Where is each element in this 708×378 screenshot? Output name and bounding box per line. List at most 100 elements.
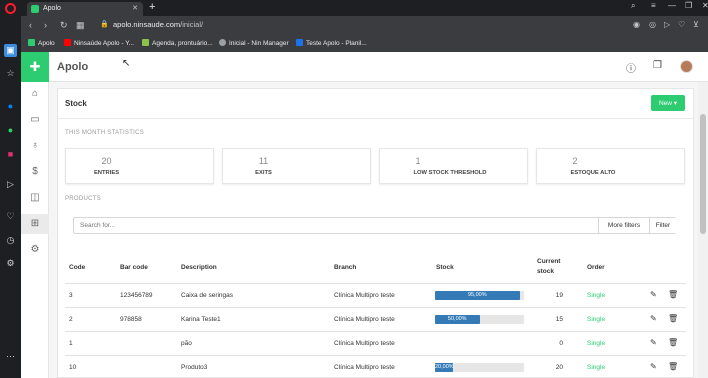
whatsapp-icon[interactable]: ●: [4, 124, 17, 137]
app-menu: ⌂ ▭ ♁ $ ◫ ⊞ ⚙: [21, 82, 49, 378]
col-order[interactable]: Order: [587, 264, 605, 271]
edit-icon[interactable]: ✎: [650, 362, 657, 371]
stat-value: 11: [258, 156, 269, 166]
table-row[interactable]: 10 Produto3 Clínica Multipro teste 20,00…: [65, 355, 686, 378]
url-field[interactable]: apolo.ninsaude.com/inicial/: [113, 20, 203, 29]
opera-logo-icon[interactable]: [5, 3, 16, 14]
products-section-label: PRODUCTS: [65, 196, 102, 202]
col-stock[interactable]: Stock: [436, 264, 454, 271]
drive-favicon-icon: [296, 39, 303, 46]
puzzle-logo-icon[interactable]: ✚: [21, 52, 49, 82]
edit-icon[interactable]: ✎: [650, 314, 657, 323]
send-icon[interactable]: ▷: [4, 178, 17, 191]
col-barcode[interactable]: Bar code: [120, 264, 148, 271]
menu-icon[interactable]: ≡: [651, 1, 656, 10]
forward-icon[interactable]: ›: [44, 20, 47, 30]
history-icon[interactable]: ◷: [4, 234, 17, 247]
cell-branch: Clínica Multipro teste: [334, 340, 395, 347]
stock-progress-fill: 95,00%: [435, 291, 520, 300]
table-row[interactable]: 3 123456789 Caixa de seringas Clínica Mu…: [65, 283, 686, 307]
help-icon[interactable]: ⓘ: [626, 60, 636, 75]
cell-order[interactable]: Single: [587, 340, 605, 347]
search-bar: More filters Filter: [73, 217, 676, 234]
col-description[interactable]: Description: [181, 264, 217, 271]
grid-icon[interactable]: ⊞: [21, 214, 49, 234]
stat-label: LOW STOCK THRESHOLD: [413, 170, 487, 176]
stat-card-entries: 20 ENTRIES: [65, 148, 214, 184]
instagram-icon[interactable]: ■: [4, 148, 17, 161]
edit-icon[interactable]: ✎: [650, 338, 657, 347]
stock-panel: Stock New ▾ THIS MONTH STATISTICS 20 ENT…: [57, 88, 694, 378]
avatar[interactable]: [680, 60, 693, 73]
apolo-favicon-icon: [31, 5, 39, 13]
camera-icon[interactable]: ◉: [633, 20, 640, 29]
tab-strip: Apolo ✕ + ⌕ ≡ — ❐ ✕: [21, 0, 708, 16]
download-icon[interactable]: ⊻: [693, 20, 699, 29]
col-current-stock-line1[interactable]: Current: [537, 258, 560, 265]
back-icon[interactable]: ‹: [29, 20, 32, 30]
cell-order[interactable]: Single: [587, 316, 605, 323]
cell-code: 2: [69, 316, 73, 323]
trash-icon[interactable]: 🗑: [668, 338, 678, 347]
edit-icon[interactable]: ✎: [650, 290, 657, 299]
bookmark-item[interactable]: Apolo: [28, 39, 55, 47]
search-icon[interactable]: ⌕: [631, 1, 635, 11]
cell-barcode: 978858: [120, 316, 142, 323]
heart-icon[interactable]: ♡: [4, 210, 17, 223]
new-tab-icon[interactable]: +: [149, 1, 155, 13]
stat-label: ENTRIES: [93, 170, 120, 176]
bookmark-item[interactable]: Agenda, prontuário...: [142, 39, 213, 47]
trash-icon[interactable]: 🗑: [668, 314, 678, 323]
workspace-icon[interactable]: ▣: [4, 44, 17, 57]
share-icon[interactable]: ▷: [664, 20, 670, 29]
scrollbar-thumb[interactable]: [700, 114, 706, 234]
finance-icon[interactable]: $: [21, 162, 49, 182]
bag-icon[interactable]: ◫: [21, 188, 49, 208]
table-row[interactable]: 1 pão Clínica Multipro teste 0 Single ✎ …: [65, 331, 686, 355]
restore-icon[interactable]: ❐: [685, 1, 692, 10]
shield-icon[interactable]: ◎: [649, 20, 656, 29]
bookmark-item[interactable]: Inicial - Nin Manager: [219, 39, 289, 47]
reload-icon[interactable]: ↻: [60, 20, 68, 31]
search-input[interactable]: [74, 218, 598, 233]
minimize-icon[interactable]: —: [668, 1, 676, 10]
stethoscope-icon[interactable]: ♁: [21, 136, 49, 156]
page-scrollbar[interactable]: [698, 82, 708, 378]
new-button[interactable]: New ▾: [651, 95, 685, 111]
table-row[interactable]: 2 978858 Karina Teste1 Clínica Multipro …: [65, 307, 686, 331]
trash-icon[interactable]: 🗑: [668, 362, 678, 371]
col-code[interactable]: Code: [69, 264, 85, 271]
more-icon[interactable]: ⋯: [4, 350, 17, 363]
cell-order[interactable]: Single: [587, 364, 605, 371]
stock-progress-fill: 20,00%: [435, 363, 454, 372]
messenger-icon[interactable]: ●: [4, 100, 17, 113]
calendar-icon[interactable]: ▭: [21, 110, 49, 130]
stats-section-label: THIS MONTH STATISTICS: [65, 130, 145, 136]
stat-label: ESTOQUE ALTO: [570, 170, 616, 176]
tab-title: Apolo: [43, 5, 61, 12]
bookmark-favicon-icon: [28, 39, 35, 46]
cell-order[interactable]: Single: [587, 292, 605, 299]
tab-apolo[interactable]: Apolo ✕: [27, 2, 143, 16]
col-branch[interactable]: Branch: [334, 264, 356, 271]
tab-close-icon[interactable]: ✕: [132, 2, 138, 16]
bookmark-item[interactable]: Ninsaúde Apolo - Y...: [64, 39, 134, 47]
close-window-icon[interactable]: ✕: [702, 1, 708, 10]
filter-button[interactable]: Filter: [649, 218, 676, 233]
trash-icon[interactable]: 🗑: [668, 290, 678, 299]
cell-branch: Clínica Multipro teste: [334, 292, 395, 299]
cell-current-stock: 19: [555, 292, 563, 299]
bookmark-item[interactable]: Teste Apolo - Planil...: [296, 39, 367, 47]
more-filters-button[interactable]: More filters: [598, 218, 649, 233]
col-current-stock-line2[interactable]: stock: [537, 268, 554, 275]
settings-icon[interactable]: ⚙: [21, 240, 49, 260]
settings-icon[interactable]: ⚙: [4, 257, 17, 270]
cell-code: 10: [69, 364, 77, 371]
home-icon[interactable]: ⌂: [21, 84, 49, 104]
tabs-grid-icon[interactable]: ▦: [76, 20, 85, 31]
home-icon[interactable]: ☆: [4, 67, 17, 80]
address-bar: ‹ › ↻ ▦ 🔒 apolo.ninsaude.com/inicial/ ◉ …: [21, 16, 708, 36]
messages-icon[interactable]: ❐: [653, 60, 662, 71]
favorite-icon[interactable]: ♡: [678, 20, 685, 29]
cell-current-stock: 15: [555, 316, 563, 323]
